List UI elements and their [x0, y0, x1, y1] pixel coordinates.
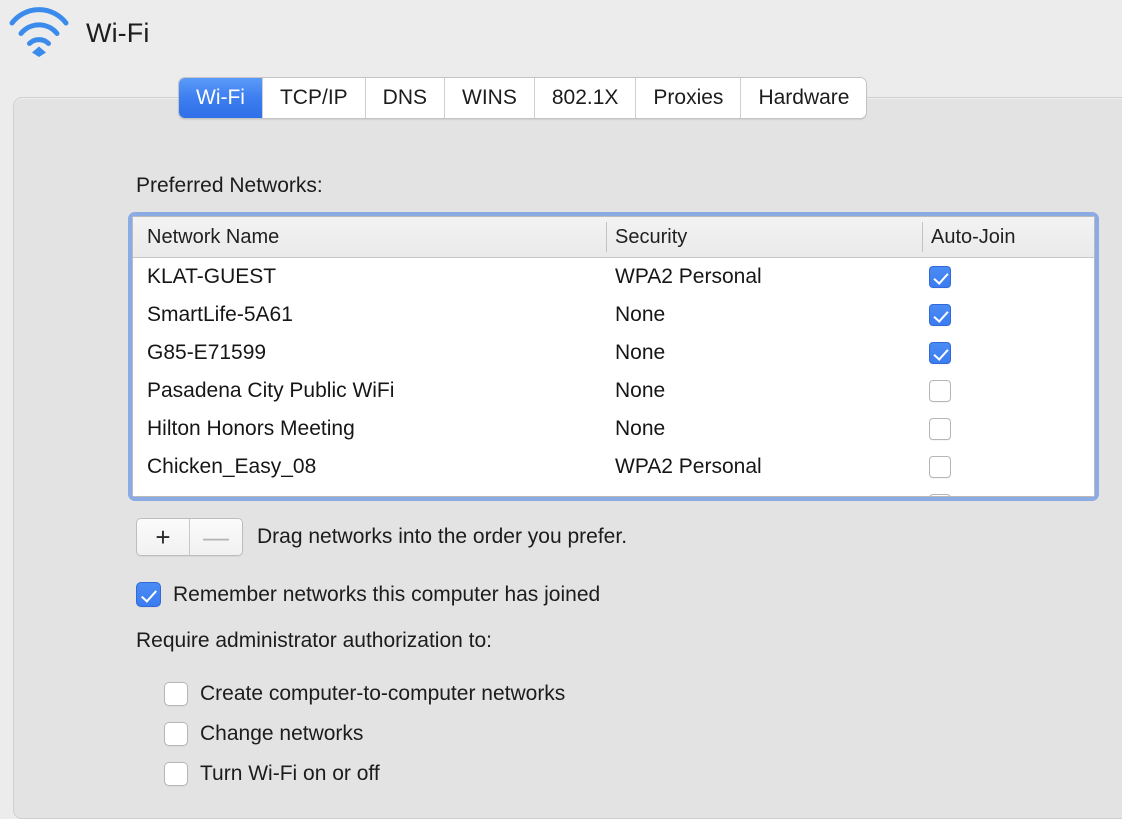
- network-name: Hilton Honors Meeting: [147, 410, 355, 448]
- tab-tcpip[interactable]: TCP/IP: [263, 78, 366, 118]
- column-divider-2[interactable]: [922, 222, 923, 252]
- auto-join-cell: [929, 380, 951, 402]
- option-create-networks[interactable]: Create computer-to-computer networks: [164, 674, 565, 714]
- network-security: None: [615, 334, 665, 372]
- auto-join-cell: [929, 456, 951, 478]
- tab-dns[interactable]: DNS: [366, 78, 445, 118]
- remember-networks-row[interactable]: Remember networks this computer has join…: [136, 582, 600, 607]
- network-security: WPA2 Personal: [615, 258, 762, 296]
- column-divider-1[interactable]: [606, 222, 607, 252]
- table-row[interactable]: Hilton Honors Meeting None: [133, 410, 1094, 448]
- remember-networks-label: Remember networks this computer has join…: [173, 583, 600, 607]
- auto-join-checkbox[interactable]: [929, 494, 951, 497]
- table-row[interactable]: SmartLife-5A61 None: [133, 296, 1094, 334]
- turn-wifi-checkbox[interactable]: [164, 762, 188, 786]
- preferred-networks-table[interactable]: Network Name Security Auto-Join KLAT-GUE…: [128, 212, 1099, 501]
- auto-join-checkbox[interactable]: [929, 456, 951, 478]
- auto-join-checkbox[interactable]: [929, 266, 951, 288]
- tab-bar: Wi-Fi TCP/IP DNS WINS 802.1X Proxies Har…: [178, 77, 867, 119]
- create-networks-checkbox[interactable]: [164, 682, 188, 706]
- tab-wifi[interactable]: Wi-Fi: [179, 78, 263, 118]
- auto-join-cell: [929, 304, 951, 326]
- change-networks-checkbox[interactable]: [164, 722, 188, 746]
- window-header: Wi-Fi: [0, 0, 1122, 70]
- column-header-auto-join[interactable]: Auto-Join: [931, 217, 1016, 257]
- network-name: SmartLife-5A61: [147, 296, 293, 334]
- add-network-button[interactable]: +: [137, 519, 190, 555]
- column-header-network-name[interactable]: Network Name: [147, 217, 279, 257]
- network-security: None: [615, 410, 665, 448]
- network-security: None: [615, 296, 665, 334]
- tab-wins[interactable]: WINS: [445, 78, 535, 118]
- auto-join-checkbox[interactable]: [929, 304, 951, 326]
- remove-network-button[interactable]: —: [190, 519, 242, 555]
- tab-8021x[interactable]: 802.1X: [535, 78, 637, 118]
- network-name: KLAT-GUEST: [147, 258, 276, 296]
- page-title: Wi-Fi: [86, 18, 149, 49]
- create-networks-label: Create computer-to-computer networks: [200, 682, 565, 706]
- auto-join-cell: [929, 266, 951, 288]
- auto-join-checkbox[interactable]: [929, 380, 951, 402]
- auto-join-cell: [929, 342, 951, 364]
- column-header-security[interactable]: Security: [615, 217, 687, 257]
- network-name: G85-E71599: [147, 334, 266, 372]
- wifi-icon: [8, 6, 70, 58]
- turn-wifi-label: Turn Wi-Fi on or off: [200, 762, 380, 786]
- table-row-partial[interactable]: [133, 486, 1094, 497]
- drag-hint-text: Drag networks into the order you prefer.: [257, 525, 627, 549]
- network-security: None: [615, 372, 665, 410]
- add-remove-button-group: + —: [136, 518, 243, 556]
- table-row[interactable]: Chicken_Easy_08 WPA2 Personal: [133, 448, 1094, 486]
- table-inner: Network Name Security Auto-Join KLAT-GUE…: [132, 216, 1095, 497]
- option-turn-wifi[interactable]: Turn Wi-Fi on or off: [164, 754, 565, 794]
- preferred-networks-label: Preferred Networks:: [136, 174, 323, 198]
- remember-networks-checkbox[interactable]: [136, 582, 161, 607]
- table-row[interactable]: KLAT-GUEST WPA2 Personal: [133, 258, 1094, 296]
- require-admin-options: Create computer-to-computer networks Cha…: [164, 674, 565, 794]
- table-row[interactable]: Pasadena City Public WiFi None: [133, 372, 1094, 410]
- tab-hardware[interactable]: Hardware: [741, 78, 866, 118]
- auto-join-checkbox[interactable]: [929, 342, 951, 364]
- network-name: Chicken_Easy_08: [147, 448, 316, 486]
- table-header-row: Network Name Security Auto-Join: [133, 217, 1094, 258]
- network-security: WPA2 Personal: [615, 448, 762, 486]
- auto-join-cell: [929, 494, 951, 497]
- auto-join-cell: [929, 418, 951, 440]
- require-admin-label: Require administrator authorization to:: [136, 629, 492, 653]
- option-change-networks[interactable]: Change networks: [164, 714, 565, 754]
- network-name: Pasadena City Public WiFi: [147, 372, 394, 410]
- tab-proxies[interactable]: Proxies: [636, 78, 741, 118]
- auto-join-checkbox[interactable]: [929, 418, 951, 440]
- change-networks-label: Change networks: [200, 722, 363, 746]
- table-row[interactable]: G85-E71599 None: [133, 334, 1094, 372]
